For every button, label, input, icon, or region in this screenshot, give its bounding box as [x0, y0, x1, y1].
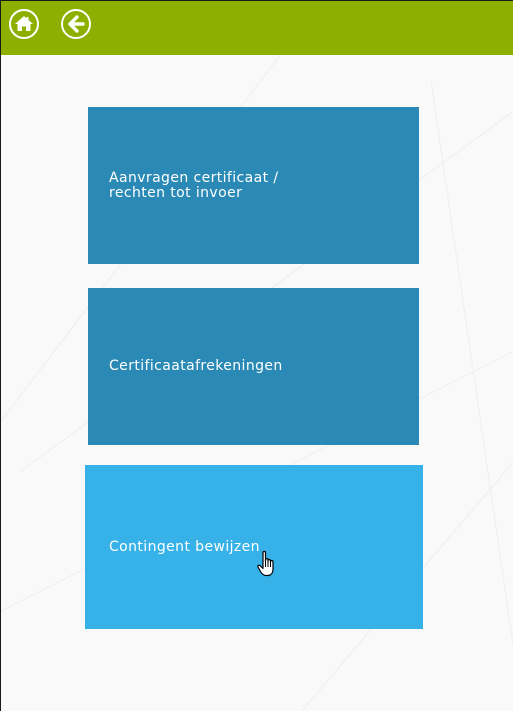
tile-label: Aanvragen certificaat / rechten tot invo… — [109, 169, 279, 201]
top-bar — [1, 1, 513, 55]
tile-label: Certificaatafrekeningen — [109, 358, 283, 374]
home-icon — [15, 16, 33, 31]
back-button[interactable] — [61, 9, 91, 39]
home-button[interactable] — [9, 9, 39, 39]
app-window: Aanvragen certificaat / rechten tot invo… — [0, 0, 513, 711]
hand-pointer-icon — [257, 550, 274, 577]
arrow-left-icon — [68, 15, 85, 33]
tile-label: Contingent bewijzen — [109, 538, 260, 555]
tile-certificaatafrekeningen[interactable]: Certificaatafrekeningen — [88, 288, 419, 445]
tile-contingent-bewijzen[interactable]: Contingent bewijzen — [85, 465, 423, 629]
tile-aanvragen-certificaat[interactable]: Aanvragen certificaat / rechten tot invo… — [88, 107, 419, 264]
